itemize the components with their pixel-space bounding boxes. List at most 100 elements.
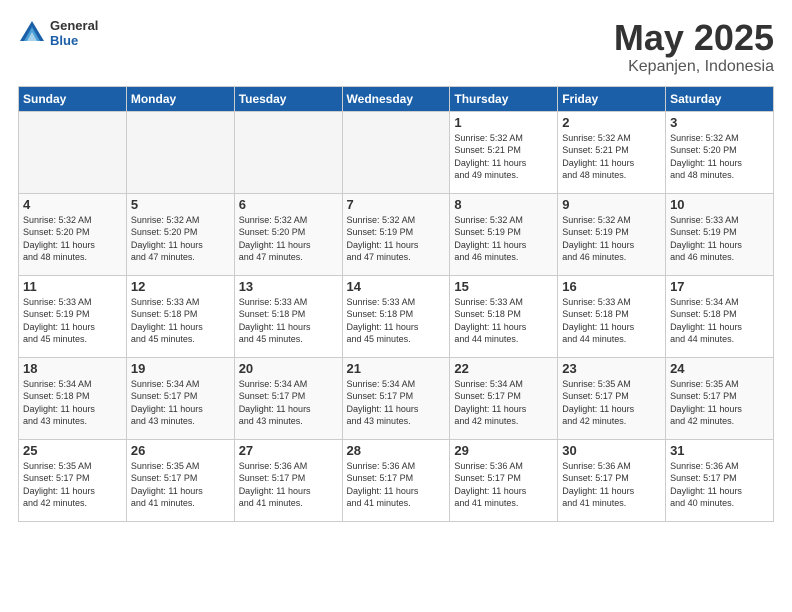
cell-info: Sunrise: 5:33 AM Sunset: 5:18 PM Dayligh… xyxy=(347,296,446,346)
day-number: 15 xyxy=(454,279,553,294)
calendar-cell: 14 Sunrise: 5:33 AM Sunset: 5:18 PM Dayli… xyxy=(342,275,450,357)
calendar-cell: 12 Sunrise: 5:33 AM Sunset: 5:18 PM Dayli… xyxy=(126,275,234,357)
cell-info: Sunrise: 5:36 AM Sunset: 5:17 PM Dayligh… xyxy=(562,460,661,510)
calendar-cell: 11 Sunrise: 5:33 AM Sunset: 5:19 PM Dayli… xyxy=(19,275,127,357)
subtitle: Kepanjen, Indonesia xyxy=(614,58,774,76)
calendar-cell: 18Sunrise: 5:34 AM Sunset: 5:18 PM Dayli… xyxy=(19,357,127,439)
cell-info: Sunrise: 5:36 AM Sunset: 5:17 PM Dayligh… xyxy=(347,460,446,510)
day-number: 9 xyxy=(562,197,661,212)
day-number: 24 xyxy=(670,361,769,376)
calendar-cell xyxy=(126,111,234,193)
day-number: 30 xyxy=(562,443,661,458)
calendar-cell: 22Sunrise: 5:34 AM Sunset: 5:17 PM Dayli… xyxy=(450,357,558,439)
cell-info: Sunrise: 5:36 AM Sunset: 5:17 PM Dayligh… xyxy=(670,460,769,510)
cell-info: Sunrise: 5:33 AM Sunset: 5:19 PM Dayligh… xyxy=(23,296,122,346)
cell-info: Sunrise: 5:32 AM Sunset: 5:19 PM Dayligh… xyxy=(562,214,661,264)
cell-info: Sunrise: 5:36 AM Sunset: 5:17 PM Dayligh… xyxy=(454,460,553,510)
main-title: May 2025 xyxy=(614,18,774,58)
logo-text: General Blue xyxy=(50,18,98,48)
calendar-cell: 1 Sunrise: 5:32 AM Sunset: 5:21 PM Daylig… xyxy=(450,111,558,193)
cell-info: Sunrise: 5:36 AM Sunset: 5:17 PM Dayligh… xyxy=(239,460,338,510)
day-number: 4 xyxy=(23,197,122,212)
day-number: 1 xyxy=(454,115,553,130)
calendar-cell: 24 Sunrise: 5:35 AM Sunset: 5:17 PM Dayli… xyxy=(666,357,774,439)
logo-blue: Blue xyxy=(50,33,98,48)
calendar-cell: 7 Sunrise: 5:32 AM Sunset: 5:19 PM Daylig… xyxy=(342,193,450,275)
calendar-cell: 9 Sunrise: 5:32 AM Sunset: 5:19 PM Daylig… xyxy=(558,193,666,275)
day-number: 10 xyxy=(670,197,769,212)
cell-info: Sunrise: 5:34 AM Sunset: 5:18 PM Dayligh… xyxy=(670,296,769,346)
calendar-week-row: 25Sunrise: 5:35 AM Sunset: 5:17 PM Dayli… xyxy=(19,439,774,521)
logo-icon xyxy=(18,19,46,47)
calendar-day-header: Thursday xyxy=(450,86,558,111)
title-block: May 2025 Kepanjen, Indonesia xyxy=(614,18,774,76)
calendar-cell: 31 Sunrise: 5:36 AM Sunset: 5:17 PM Dayli… xyxy=(666,439,774,521)
day-number: 26 xyxy=(131,443,230,458)
cell-info: Sunrise: 5:34 AM Sunset: 5:17 PM Dayligh… xyxy=(347,378,446,428)
calendar-cell: 21 Sunrise: 5:34 AM Sunset: 5:17 PM Dayli… xyxy=(342,357,450,439)
day-number: 5 xyxy=(131,197,230,212)
calendar-cell: 6Sunrise: 5:32 AM Sunset: 5:20 PM Daylig… xyxy=(234,193,342,275)
day-number: 31 xyxy=(670,443,769,458)
cell-info: Sunrise: 5:32 AM Sunset: 5:21 PM Dayligh… xyxy=(454,132,553,182)
cell-info: Sunrise: 5:33 AM Sunset: 5:19 PM Dayligh… xyxy=(670,214,769,264)
day-number: 27 xyxy=(239,443,338,458)
cell-info: Sunrise: 5:35 AM Sunset: 5:17 PM Dayligh… xyxy=(562,378,661,428)
calendar-week-row: 18Sunrise: 5:34 AM Sunset: 5:18 PM Dayli… xyxy=(19,357,774,439)
calendar-cell: 15 Sunrise: 5:33 AM Sunset: 5:18 PM Dayli… xyxy=(450,275,558,357)
calendar-cell: 23 Sunrise: 5:35 AM Sunset: 5:17 PM Dayli… xyxy=(558,357,666,439)
calendar-day-header: Wednesday xyxy=(342,86,450,111)
day-number: 14 xyxy=(347,279,446,294)
day-number: 7 xyxy=(347,197,446,212)
calendar-cell: 13Sunrise: 5:33 AM Sunset: 5:18 PM Dayli… xyxy=(234,275,342,357)
cell-info: Sunrise: 5:32 AM Sunset: 5:20 PM Dayligh… xyxy=(670,132,769,182)
day-number: 29 xyxy=(454,443,553,458)
cell-info: Sunrise: 5:33 AM Sunset: 5:18 PM Dayligh… xyxy=(454,296,553,346)
calendar-cell xyxy=(234,111,342,193)
calendar-day-header: Tuesday xyxy=(234,86,342,111)
day-number: 12 xyxy=(131,279,230,294)
cell-info: Sunrise: 5:32 AM Sunset: 5:20 PM Dayligh… xyxy=(239,214,338,264)
calendar-cell: 19 Sunrise: 5:34 AM Sunset: 5:17 PM Dayli… xyxy=(126,357,234,439)
cell-info: Sunrise: 5:32 AM Sunset: 5:19 PM Dayligh… xyxy=(347,214,446,264)
day-number: 11 xyxy=(23,279,122,294)
day-number: 2 xyxy=(562,115,661,130)
calendar-cell: 4 Sunrise: 5:32 AM Sunset: 5:20 PM Daylig… xyxy=(19,193,127,275)
logo: General Blue xyxy=(18,18,98,48)
cell-info: Sunrise: 5:33 AM Sunset: 5:18 PM Dayligh… xyxy=(131,296,230,346)
calendar-cell xyxy=(19,111,127,193)
calendar-cell xyxy=(342,111,450,193)
day-number: 20 xyxy=(239,361,338,376)
calendar-day-header: Friday xyxy=(558,86,666,111)
calendar-cell: 17 Sunrise: 5:34 AM Sunset: 5:18 PM Dayli… xyxy=(666,275,774,357)
cell-info: Sunrise: 5:35 AM Sunset: 5:17 PM Dayligh… xyxy=(670,378,769,428)
calendar-day-header: Sunday xyxy=(19,86,127,111)
cell-info: Sunrise: 5:34 AM Sunset: 5:17 PM Dayligh… xyxy=(239,378,338,428)
cell-info: Sunrise: 5:32 AM Sunset: 5:21 PM Dayligh… xyxy=(562,132,661,182)
header: General Blue May 2025 Kepanjen, Indonesi… xyxy=(18,18,774,76)
calendar-week-row: 4 Sunrise: 5:32 AM Sunset: 5:20 PM Daylig… xyxy=(19,193,774,275)
calendar-cell: 10 Sunrise: 5:33 AM Sunset: 5:19 PM Dayli… xyxy=(666,193,774,275)
day-number: 16 xyxy=(562,279,661,294)
day-number: 22 xyxy=(454,361,553,376)
logo-general: General xyxy=(50,18,98,33)
calendar-day-header: Saturday xyxy=(666,86,774,111)
day-number: 21 xyxy=(347,361,446,376)
day-number: 17 xyxy=(670,279,769,294)
cell-info: Sunrise: 5:32 AM Sunset: 5:19 PM Dayligh… xyxy=(454,214,553,264)
day-number: 23 xyxy=(562,361,661,376)
cell-info: Sunrise: 5:32 AM Sunset: 5:20 PM Dayligh… xyxy=(131,214,230,264)
cell-info: Sunrise: 5:32 AM Sunset: 5:20 PM Dayligh… xyxy=(23,214,122,264)
page: General Blue May 2025 Kepanjen, Indonesi… xyxy=(0,0,792,612)
day-number: 19 xyxy=(131,361,230,376)
day-number: 13 xyxy=(239,279,338,294)
day-number: 3 xyxy=(670,115,769,130)
calendar-week-row: 11 Sunrise: 5:33 AM Sunset: 5:19 PM Dayli… xyxy=(19,275,774,357)
calendar-cell: 20 Sunrise: 5:34 AM Sunset: 5:17 PM Dayli… xyxy=(234,357,342,439)
cell-info: Sunrise: 5:35 AM Sunset: 5:17 PM Dayligh… xyxy=(23,460,122,510)
calendar-cell: 30 Sunrise: 5:36 AM Sunset: 5:17 PM Dayli… xyxy=(558,439,666,521)
calendar-day-header: Monday xyxy=(126,86,234,111)
cell-info: Sunrise: 5:34 AM Sunset: 5:17 PM Dayligh… xyxy=(131,378,230,428)
calendar-cell: 5 Sunrise: 5:32 AM Sunset: 5:20 PM Daylig… xyxy=(126,193,234,275)
calendar-cell: 26Sunrise: 5:35 AM Sunset: 5:17 PM Dayli… xyxy=(126,439,234,521)
